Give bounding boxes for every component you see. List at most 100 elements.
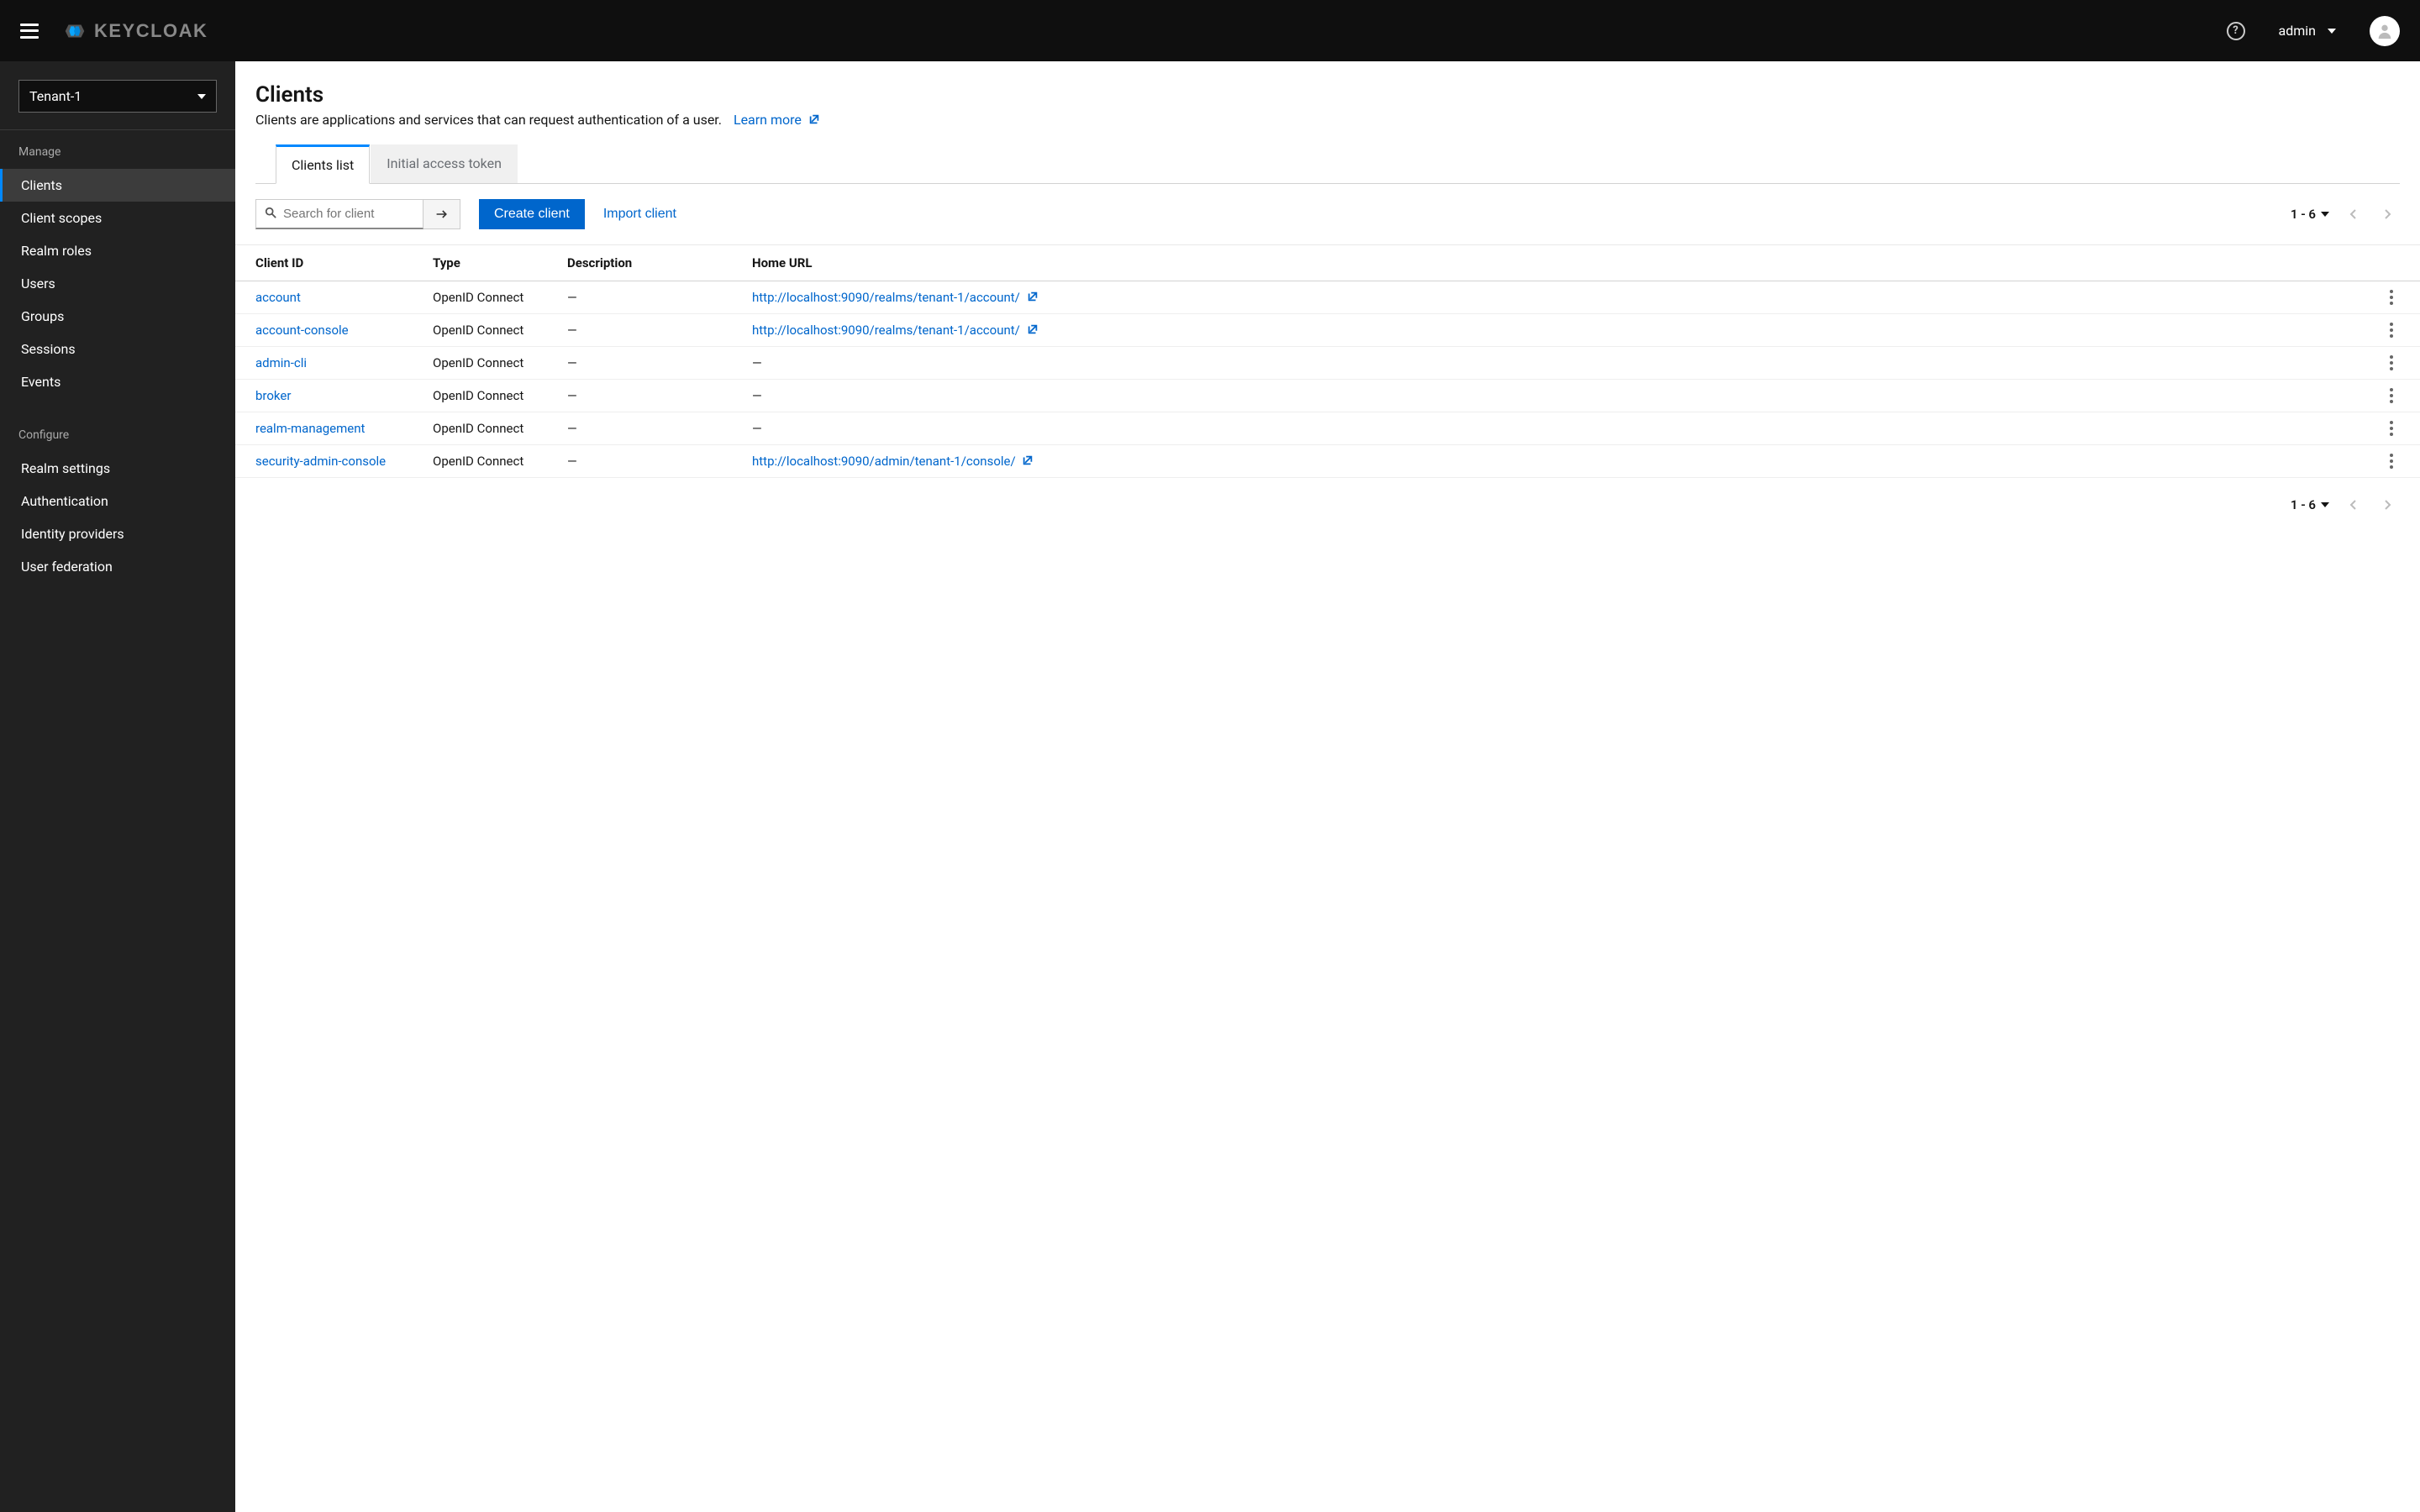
cell-actions	[2375, 380, 2420, 412]
sidebar-item-authentication[interactable]: Authentication	[0, 485, 235, 517]
cell-home-url: http://localhost:9090/admin/tenant-1/con…	[744, 445, 2375, 478]
brand-logo[interactable]: KEYCLOAK	[62, 18, 208, 44]
cell-actions	[2375, 412, 2420, 445]
search-group	[255, 199, 460, 229]
home-url-link[interactable]: http://localhost:9090/realms/tenant-1/ac…	[752, 290, 1039, 305]
sidebar-item-user-federation[interactable]: User federation	[0, 550, 235, 583]
pagination-bottom: 1 - 6	[2291, 493, 2400, 517]
cell-description: —	[559, 281, 744, 314]
pagination-top: 1 - 6	[2291, 202, 2400, 226]
table-row: admin-cliOpenID Connect——	[235, 347, 2420, 380]
chevron-down-icon	[197, 94, 206, 99]
cell-description: —	[559, 314, 744, 347]
page-range-selector[interactable]: 1 - 6	[2291, 497, 2329, 512]
table-row: security-admin-console OpenID Connect— htt…	[235, 445, 2420, 478]
keycloak-logo-icon	[62, 18, 87, 44]
tabs: Clients listInitial access token	[255, 144, 2400, 184]
client-id-link[interactable]: account-console	[255, 323, 349, 338]
page-prev-button[interactable]	[2341, 202, 2365, 226]
sidebar: Tenant-1 ManageClientsClient scopesRealm…	[0, 61, 235, 1512]
table-row: account OpenID Connect— http://localhost:9…	[235, 281, 2420, 314]
help-icon[interactable]: ?	[2227, 22, 2245, 40]
search-submit-button[interactable]	[424, 199, 460, 229]
chevron-down-icon	[2321, 212, 2329, 217]
cell-type: OpenID Connect	[424, 347, 559, 380]
client-id-link[interactable]: account	[255, 290, 301, 305]
clients-table: Client ID Type Description Home URL acco…	[235, 245, 2420, 478]
external-link-icon	[1027, 291, 1039, 302]
cell-home-url: http://localhost:9090/realms/tenant-1/ac…	[744, 281, 2375, 314]
table-row: realm-managementOpenID Connect——	[235, 412, 2420, 445]
header-right: ? admin	[2227, 16, 2400, 46]
page-next-button[interactable]	[2376, 202, 2400, 226]
search-input[interactable]	[256, 200, 423, 228]
sidebar-item-sessions[interactable]: Sessions	[0, 333, 235, 365]
th-description: Description	[559, 245, 744, 281]
tab-initial-access-token[interactable]: Initial access token	[371, 144, 518, 183]
cell-description: —	[559, 445, 744, 478]
learn-more-link[interactable]: Learn more	[734, 112, 820, 128]
cell-description: —	[559, 412, 744, 445]
kebab-menu-icon[interactable]	[2383, 323, 2400, 338]
cell-home-url: —	[744, 380, 2375, 412]
user-label: admin	[2279, 23, 2316, 39]
search-input-wrap	[255, 199, 424, 229]
home-url-link[interactable]: http://localhost:9090/realms/tenant-1/ac…	[752, 323, 1039, 338]
cell-type: OpenID Connect	[424, 412, 559, 445]
page-next-button[interactable]	[2376, 493, 2400, 517]
kebab-menu-icon[interactable]	[2383, 290, 2400, 305]
avatar[interactable]	[2370, 16, 2400, 46]
page-range-selector[interactable]: 1 - 6	[2291, 207, 2329, 222]
client-id-link[interactable]: broker	[255, 388, 291, 403]
sidebar-item-events[interactable]: Events	[0, 365, 235, 398]
client-id-link[interactable]: security-admin-console	[255, 454, 386, 469]
client-id-link[interactable]: admin-cli	[255, 355, 307, 370]
cell-type: OpenID Connect	[424, 314, 559, 347]
cell-type: OpenID Connect	[424, 445, 559, 478]
cell-type: OpenID Connect	[424, 380, 559, 412]
tab-clients-list[interactable]: Clients list	[276, 144, 370, 184]
cell-actions	[2375, 347, 2420, 380]
kebab-menu-icon[interactable]	[2383, 355, 2400, 370]
top-header: KEYCLOAK ? admin	[0, 0, 2420, 61]
create-client-button[interactable]: Create client	[479, 199, 585, 229]
cell-description: —	[559, 380, 744, 412]
nav-section-title: Manage	[0, 130, 235, 169]
sidebar-item-users[interactable]: Users	[0, 267, 235, 300]
sidebar-item-client-scopes[interactable]: Client scopes	[0, 202, 235, 234]
cell-home-url: http://localhost:9090/realms/tenant-1/ac…	[744, 314, 2375, 347]
th-actions	[2375, 245, 2420, 281]
search-icon	[265, 207, 276, 222]
header-left: KEYCLOAK	[20, 18, 208, 44]
table-row: brokerOpenID Connect——	[235, 380, 2420, 412]
page-prev-button[interactable]	[2341, 493, 2365, 517]
sidebar-item-realm-roles[interactable]: Realm roles	[0, 234, 235, 267]
realm-selector[interactable]: Tenant-1	[18, 80, 217, 113]
cell-home-url: —	[744, 412, 2375, 445]
kebab-menu-icon[interactable]	[2383, 388, 2400, 403]
home-url-link[interactable]: http://localhost:9090/admin/tenant-1/con…	[752, 454, 1034, 469]
kebab-menu-icon[interactable]	[2383, 454, 2400, 469]
brand-name: KEYCLOAK	[94, 20, 208, 42]
kebab-menu-icon[interactable]	[2383, 421, 2400, 436]
cell-type: OpenID Connect	[424, 281, 559, 314]
realm-selected-label: Tenant-1	[29, 88, 82, 104]
cell-description: —	[559, 347, 744, 380]
sidebar-item-identity-providers[interactable]: Identity providers	[0, 517, 235, 550]
th-home-url: Home URL	[744, 245, 2375, 281]
cell-home-url: —	[744, 347, 2375, 380]
arrow-right-icon	[435, 208, 449, 220]
chevron-down-icon	[2321, 502, 2329, 507]
sidebar-item-clients[interactable]: Clients	[0, 169, 235, 202]
user-avatar-icon	[2375, 22, 2394, 40]
chevron-down-icon	[2328, 29, 2336, 34]
hamburger-menu-icon[interactable]	[20, 24, 39, 39]
import-client-button[interactable]: Import client	[603, 207, 676, 222]
sidebar-item-groups[interactable]: Groups	[0, 300, 235, 333]
client-id-link[interactable]: realm-management	[255, 421, 365, 436]
user-menu[interactable]: admin	[2279, 23, 2336, 39]
sidebar-item-realm-settings[interactable]: Realm settings	[0, 452, 235, 485]
external-link-icon	[1022, 454, 1034, 466]
toolbar: Create client Import client 1 - 6	[235, 184, 2420, 245]
th-client-id: Client ID	[235, 245, 424, 281]
